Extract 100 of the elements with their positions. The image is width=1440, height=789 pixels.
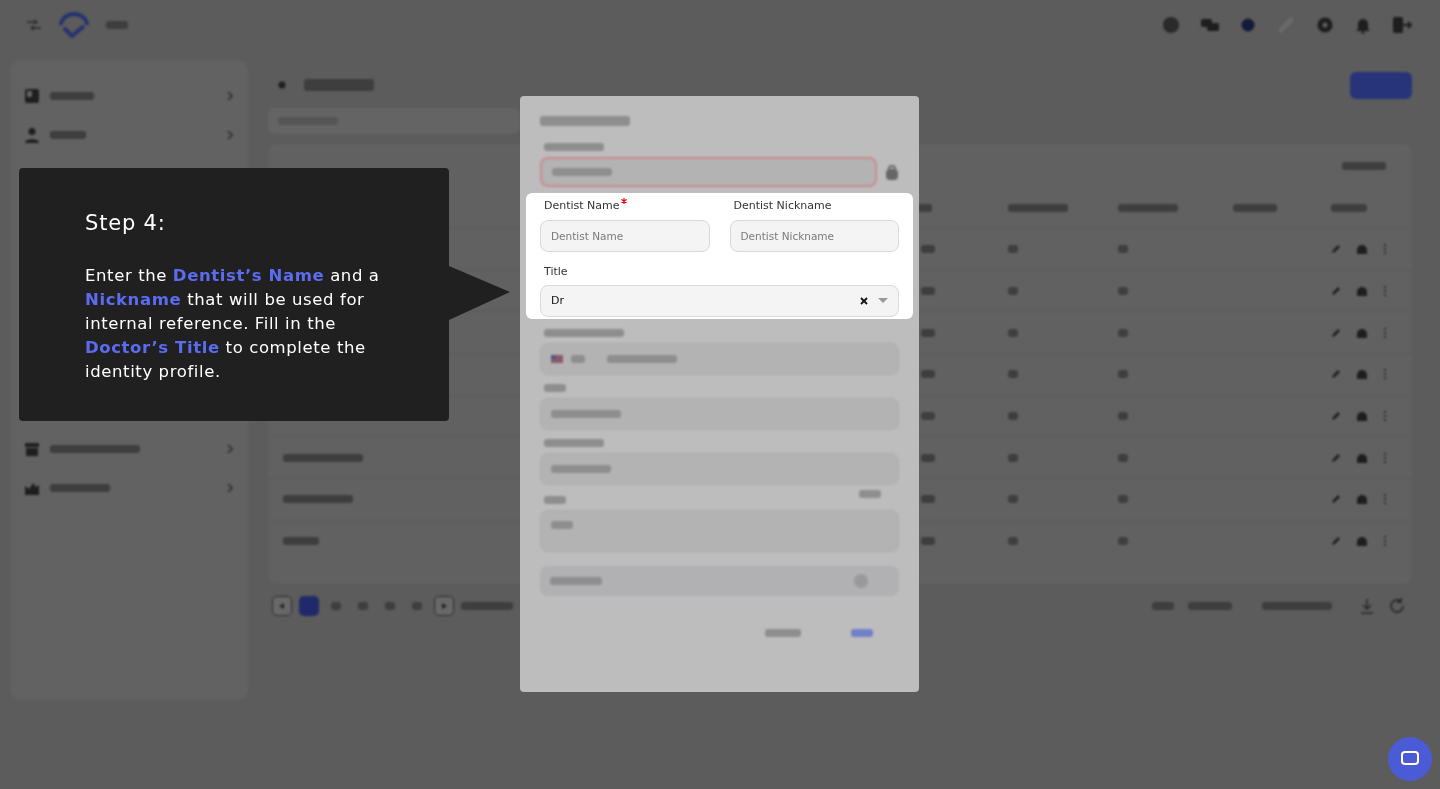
pencil-icon[interactable] xyxy=(1331,369,1341,380)
search-field[interactable] xyxy=(268,108,520,134)
chevron-right-icon xyxy=(226,443,234,454)
chat-button[interactable] xyxy=(1388,737,1432,781)
chat-icon[interactable] xyxy=(1201,17,1219,33)
blurred-text xyxy=(331,602,341,610)
next-page-button[interactable] xyxy=(434,596,454,616)
note-field[interactable] xyxy=(540,510,899,552)
blurred-text xyxy=(544,384,566,392)
blurred-text xyxy=(921,412,935,421)
blurred-text xyxy=(385,602,395,610)
blurred-text xyxy=(461,602,513,610)
title-select[interactable]: Dr xyxy=(540,285,899,317)
blurred-text xyxy=(921,370,935,379)
tooltip-text: Enter the Dentist’s Name and a Nickname that will be used for internal reference. Fill in the Doctor’s Title to complete the identity profile. xyxy=(85,264,381,383)
blurred-text xyxy=(106,21,128,29)
blurred-text xyxy=(1008,453,1018,462)
person-icon xyxy=(24,126,40,143)
blurred-text xyxy=(50,483,110,492)
blurred-text xyxy=(1008,412,1018,421)
blurred-text xyxy=(1152,602,1174,610)
blurred-text xyxy=(1118,412,1128,421)
chevron-right-icon xyxy=(226,129,234,140)
blurred-text xyxy=(859,490,881,498)
chevron-right-icon xyxy=(226,90,234,101)
dot-icon xyxy=(278,81,286,89)
blurred-text xyxy=(551,521,573,529)
dentist-nickname-field[interactable]: Dentist Nickname xyxy=(729,219,899,252)
field-label: Dentist Name xyxy=(544,198,710,215)
blurred-text xyxy=(921,495,935,504)
blurred-text xyxy=(1118,495,1128,504)
blurred-text xyxy=(1118,245,1128,254)
phone-field[interactable] xyxy=(540,343,899,375)
caret-icon[interactable] xyxy=(878,298,888,304)
pencil-icon[interactable] xyxy=(1331,244,1341,255)
triangle-right-icon xyxy=(441,603,447,609)
email-field[interactable] xyxy=(540,398,899,430)
arrows-icon[interactable] xyxy=(26,19,42,31)
pencil-icon[interactable] xyxy=(1331,286,1341,297)
blurred-text xyxy=(1008,287,1018,296)
blurred-text xyxy=(1008,370,1018,379)
blurred-text xyxy=(1118,328,1128,337)
blurred-text xyxy=(1118,204,1178,212)
pencil-icon[interactable] xyxy=(1331,452,1341,463)
blurred-text xyxy=(552,168,612,176)
logo-icon xyxy=(58,12,90,38)
blurred-text xyxy=(607,355,677,363)
blurred-text xyxy=(921,328,935,337)
blurred-text xyxy=(1262,602,1332,610)
previous-page-button[interactable] xyxy=(272,596,292,616)
store-icon xyxy=(24,440,40,457)
select-field[interactable] xyxy=(540,157,877,187)
blurred-text xyxy=(544,439,604,447)
blurred-text xyxy=(304,79,374,91)
blurred-text xyxy=(571,355,585,363)
blurred-text xyxy=(921,287,935,296)
blurred-text xyxy=(1118,537,1128,546)
refresh-icon[interactable] xyxy=(1388,597,1406,615)
logout-icon[interactable] xyxy=(1392,16,1412,34)
board-icon xyxy=(24,87,40,104)
blurred-text xyxy=(50,130,86,139)
flag-icon xyxy=(551,355,563,363)
blurred-text xyxy=(918,204,932,212)
pencil-icon[interactable] xyxy=(1331,327,1341,338)
blurred-text xyxy=(1233,204,1277,212)
blurred-text xyxy=(921,245,935,254)
pencil-icon[interactable] xyxy=(1331,411,1341,422)
bell-icon[interactable] xyxy=(1355,16,1371,34)
pencil-icon[interactable] xyxy=(1331,494,1341,505)
circle-icon[interactable] xyxy=(1240,17,1256,33)
blurred-text xyxy=(550,577,602,585)
pencil-icon[interactable] xyxy=(1331,536,1341,547)
field-label: Dentist Nickname xyxy=(733,198,833,214)
blurred-text xyxy=(921,453,935,462)
tooltip-heading: Step 4: xyxy=(85,210,167,237)
blurred-text xyxy=(283,495,353,504)
add-button[interactable] xyxy=(1350,71,1412,99)
text-field[interactable] xyxy=(540,453,899,485)
required-icon xyxy=(620,198,627,204)
blurred-text xyxy=(544,496,566,504)
blurred-text xyxy=(358,602,368,610)
blurred-text xyxy=(1331,204,1367,212)
blurred-text xyxy=(50,91,94,100)
blurred-text xyxy=(1118,370,1128,379)
download-icon[interactable] xyxy=(1360,598,1374,614)
blurred-text xyxy=(1008,537,1018,546)
blurred-text xyxy=(1008,328,1018,337)
blurred-text xyxy=(544,143,604,151)
dentist-name-field[interactable]: Dentist Name xyxy=(540,219,710,252)
clear-icon[interactable] xyxy=(860,297,868,305)
blurred-text xyxy=(412,602,422,610)
blurred-text xyxy=(1118,453,1128,462)
blurred-text xyxy=(1008,204,1068,212)
blurred-text xyxy=(921,537,935,546)
blurred-text xyxy=(283,537,319,546)
blurred-text xyxy=(1008,245,1018,254)
settings-icon[interactable] xyxy=(1316,16,1334,34)
triangle-left-icon xyxy=(279,603,285,609)
page-button[interactable] xyxy=(299,596,319,616)
blurred-text xyxy=(1342,162,1386,170)
